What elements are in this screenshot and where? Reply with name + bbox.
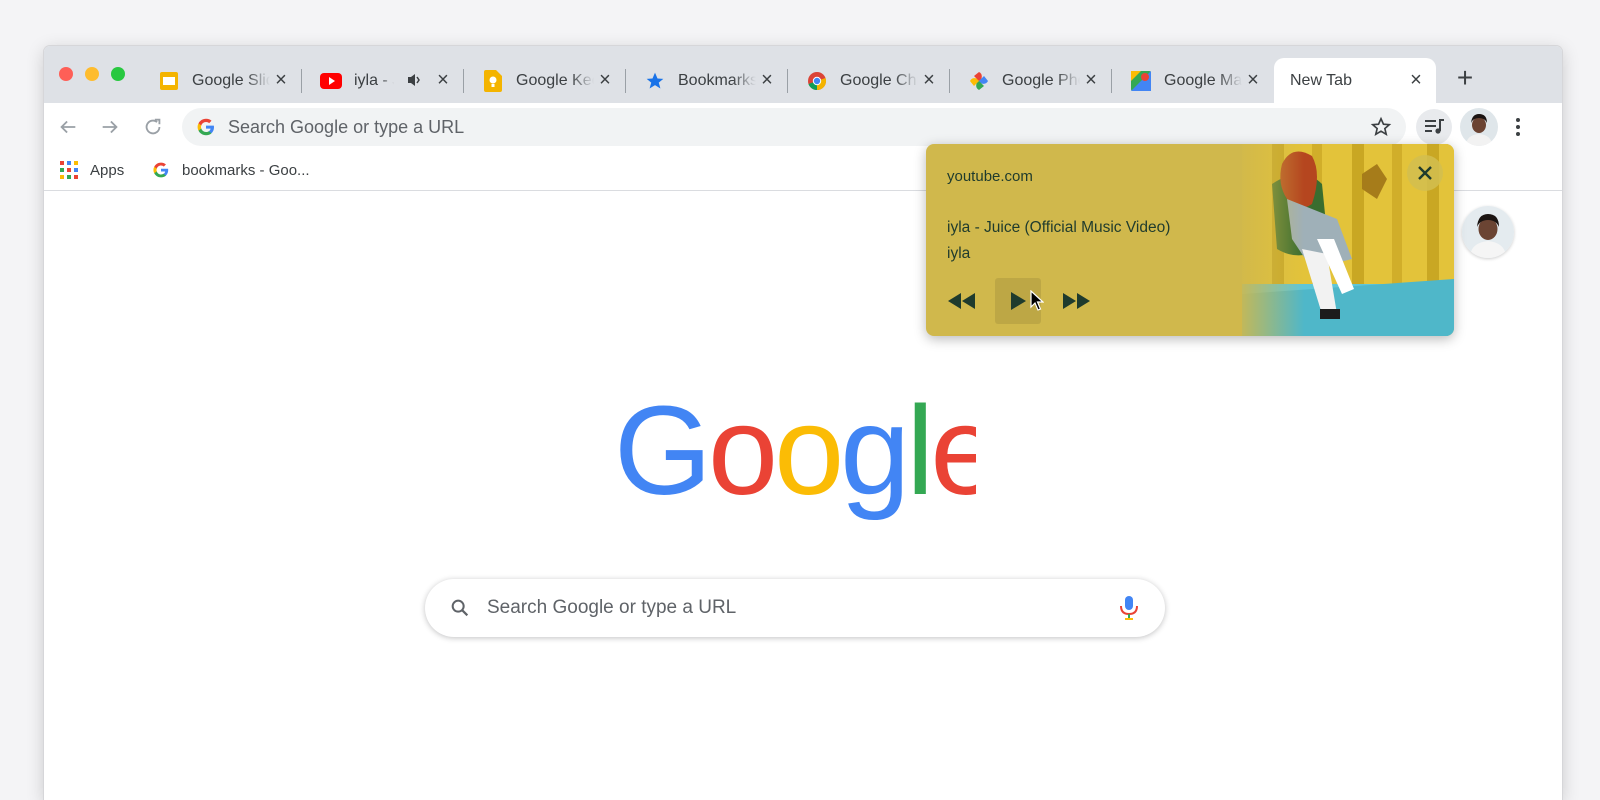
reload-button[interactable]	[139, 113, 167, 141]
omnibox[interactable]: Search Google or type a URL	[182, 108, 1406, 146]
tab-new-tab[interactable]: New Tab ×	[1274, 58, 1436, 103]
chrome-menu-button[interactable]	[1506, 113, 1530, 141]
bookmark-apps[interactable]: Apps	[60, 161, 124, 179]
tab-youtube-iyla[interactable]: iyla - Juice (Official Music Video) ×	[302, 58, 464, 103]
star-outline-icon	[1370, 116, 1392, 137]
media-track-title: iyla - Juice (Official Music Video)	[947, 219, 1171, 236]
forward-button[interactable]	[96, 113, 124, 141]
tab-title: Google Photos	[1002, 71, 1080, 89]
tab-title: Bookmarks	[678, 71, 756, 89]
chrome-icon	[806, 70, 828, 92]
new-tab-profile-avatar[interactable]	[1462, 206, 1514, 258]
tab-google-keep[interactable]: Google Keep ×	[464, 58, 626, 103]
tab-title: Google Keep	[516, 71, 594, 89]
bookmark-item[interactable]: bookmarks - Goo...	[152, 161, 310, 179]
tab-google-slides[interactable]: Google Slides ×	[140, 58, 302, 103]
close-window-button[interactable]	[59, 67, 73, 81]
reload-icon	[145, 118, 161, 135]
logo-letter: o	[774, 398, 840, 521]
svg-text:Google: Google	[614, 398, 976, 521]
speaker-audio-icon[interactable]	[406, 72, 424, 93]
logo-letter: e	[930, 398, 976, 521]
bookmark-star-button[interactable]	[1370, 116, 1392, 143]
new-tab-button[interactable]: +	[1450, 64, 1480, 94]
next-track-button[interactable]	[1056, 278, 1096, 324]
google-logo: Google	[614, 398, 976, 521]
close-icon[interactable]: ×	[919, 70, 939, 90]
media-source: youtube.com	[947, 168, 1033, 185]
more-vertical-icon	[1516, 118, 1520, 136]
mouse-cursor-icon	[1030, 290, 1044, 311]
previous-track-button[interactable]	[942, 278, 982, 324]
close-icon[interactable]: ×	[433, 70, 453, 90]
tab-title: New Tab	[1290, 71, 1352, 89]
search-icon	[449, 597, 471, 624]
play-icon	[1011, 292, 1026, 310]
keep-icon	[482, 69, 504, 92]
maps-icon	[1130, 70, 1152, 92]
bookmark-label: Apps	[90, 161, 125, 179]
logo-letter: l	[906, 398, 930, 521]
google-g-icon	[152, 161, 170, 179]
logo-letter: o	[708, 398, 774, 521]
close-icon[interactable]: ×	[595, 70, 615, 90]
tab-bookmarks[interactable]: Bookmarks ×	[626, 58, 788, 103]
back-arrow-icon	[60, 120, 76, 134]
logo-letter: g	[840, 398, 906, 521]
media-controls-button[interactable]	[1416, 109, 1452, 145]
global-media-controls-popup: youtube.com iyla - Juice (Official Music…	[926, 144, 1454, 336]
tab-title: Google Chrome	[840, 71, 918, 89]
photos-icon	[968, 70, 990, 92]
search-box[interactable]: Search Google or type a URL	[425, 579, 1165, 637]
tab-strip: Google Slides × iyla - Juice (Official M…	[44, 46, 1562, 103]
tab-google-maps[interactable]: Google Maps ×	[1112, 58, 1273, 103]
queue-music-icon	[1425, 119, 1444, 134]
slides-icon	[158, 70, 180, 92]
close-icon[interactable]: ×	[1081, 70, 1101, 90]
close-icon	[1418, 166, 1432, 180]
tab-google-chrome[interactable]: Google Chrome ×	[788, 58, 950, 103]
profile-avatar[interactable]	[1460, 108, 1498, 146]
tab-title: iyla - Juice (Official Music Video)	[354, 71, 394, 89]
close-icon[interactable]: ×	[1406, 70, 1426, 90]
rewind-icon	[948, 293, 975, 309]
fast-forward-icon	[1063, 293, 1090, 309]
logo-letter: G	[614, 398, 708, 521]
google-g-icon	[196, 117, 216, 142]
omnibox-placeholder: Search Google or type a URL	[228, 117, 465, 137]
search-placeholder: Search Google or type a URL	[487, 597, 737, 618]
tab-title: Google Maps	[1164, 71, 1242, 89]
tab-title: Google Slides	[192, 71, 270, 89]
voice-search-mic-icon[interactable]	[1119, 595, 1139, 626]
close-icon[interactable]: ×	[757, 70, 777, 90]
bookmark-star-icon	[644, 70, 666, 92]
forward-arrow-icon	[102, 120, 118, 134]
apps-grid-icon	[60, 161, 78, 179]
close-icon[interactable]: ×	[1243, 70, 1263, 90]
youtube-icon	[320, 70, 342, 92]
tab-google-photos[interactable]: Google Photos ×	[950, 58, 1112, 103]
back-button[interactable]	[54, 113, 82, 141]
minimize-window-button[interactable]	[85, 67, 99, 81]
maximize-window-button[interactable]	[111, 67, 125, 81]
close-icon[interactable]: ×	[271, 70, 291, 90]
media-artist: iyla	[947, 245, 971, 262]
media-popup-close-button[interactable]	[1407, 155, 1443, 191]
bookmark-label: bookmarks - Goo...	[182, 161, 310, 179]
